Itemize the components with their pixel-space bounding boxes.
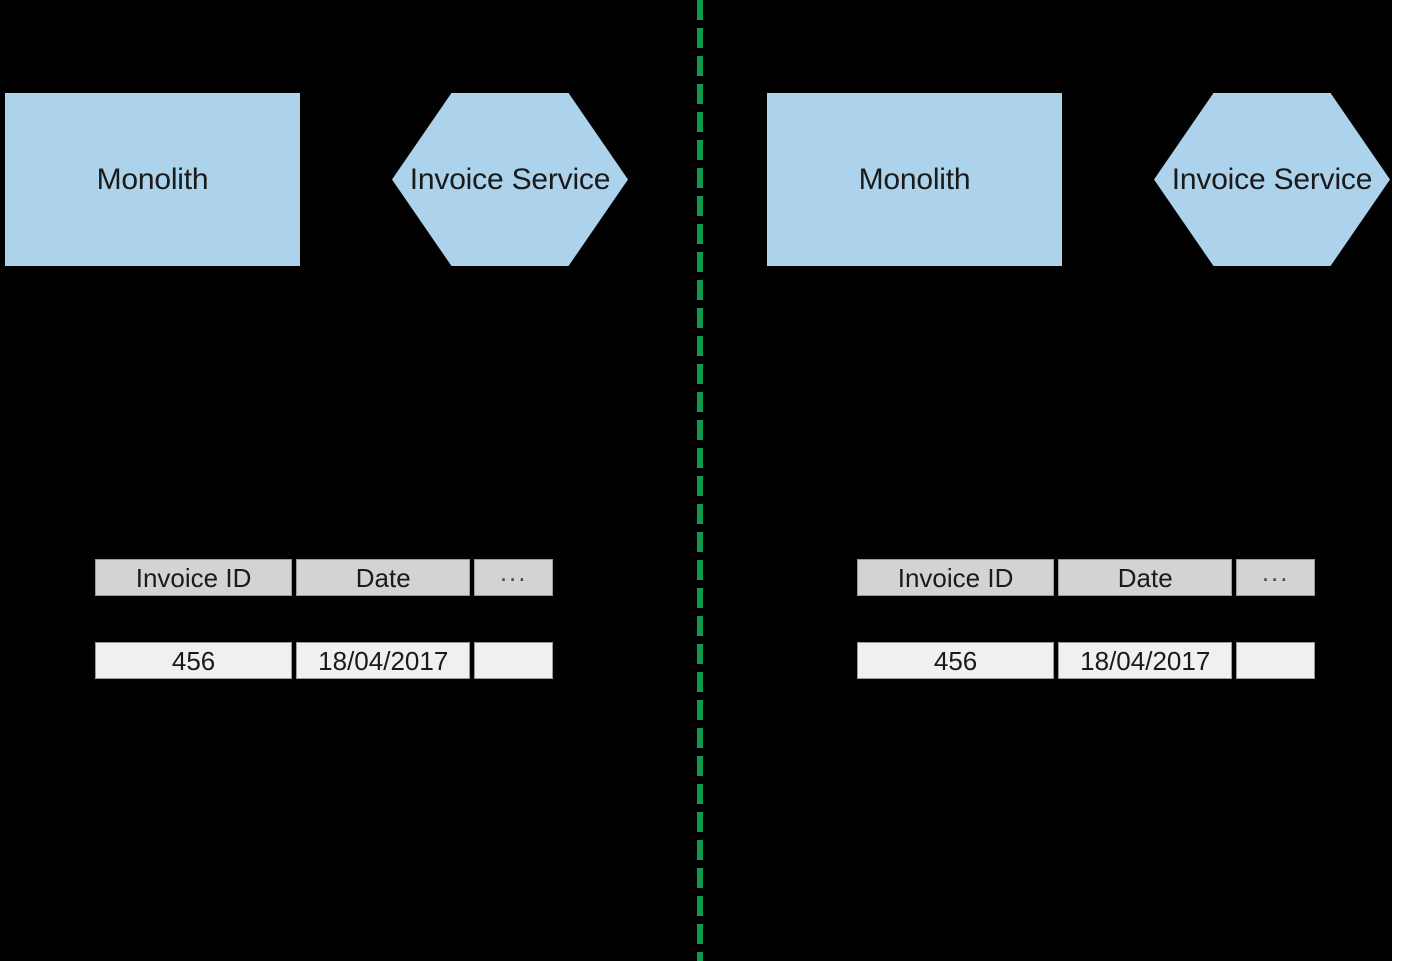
node-label: Monolith: [96, 162, 209, 196]
table-header-row: Invoice ID Date ...: [95, 559, 553, 596]
table-row: 456 18/04/2017: [95, 642, 553, 679]
table-header-row: Invoice ID Date ...: [857, 559, 1315, 596]
ellipsis-icon: ...: [1261, 556, 1290, 587]
table-header-cell-date: Date: [1058, 559, 1233, 596]
node-monolith-left[interactable]: Monolith: [5, 93, 300, 266]
table-header-cell-date: Date: [296, 559, 471, 596]
ellipsis-icon: ...: [499, 556, 528, 587]
table-cell-invoice-id: 456: [857, 642, 1055, 679]
table-header-cell-more: ...: [474, 559, 553, 596]
node-label: Invoice Service: [1171, 162, 1373, 196]
vertical-dashed-divider: [697, 0, 703, 961]
invoice-table-left: Invoice ID Date ... 456 18/04/2017: [95, 559, 553, 679]
table-row: 456 18/04/2017: [857, 642, 1315, 679]
table-cell-more: [474, 642, 553, 679]
node-invoice-service-left[interactable]: Invoice Service: [392, 93, 628, 266]
node-monolith-right[interactable]: Monolith: [767, 93, 1062, 266]
table-cell-date: 18/04/2017: [1058, 642, 1233, 679]
node-label: Invoice Service: [409, 162, 611, 196]
table-header-cell-more: ...: [1236, 559, 1315, 596]
table-header-cell-invoice-id: Invoice ID: [857, 559, 1055, 596]
table-cell-more: [1236, 642, 1315, 679]
table-cell-date: 18/04/2017: [296, 642, 471, 679]
table-header-cell-invoice-id: Invoice ID: [95, 559, 293, 596]
node-label: Monolith: [858, 162, 971, 196]
invoice-table-right: Invoice ID Date ... 456 18/04/2017: [857, 559, 1315, 679]
diagram-canvas: Monolith Invoice Service Invoice ID Date…: [0, 0, 1392, 961]
table-cell-invoice-id: 456: [95, 642, 293, 679]
node-invoice-service-right[interactable]: Invoice Service: [1154, 93, 1390, 266]
